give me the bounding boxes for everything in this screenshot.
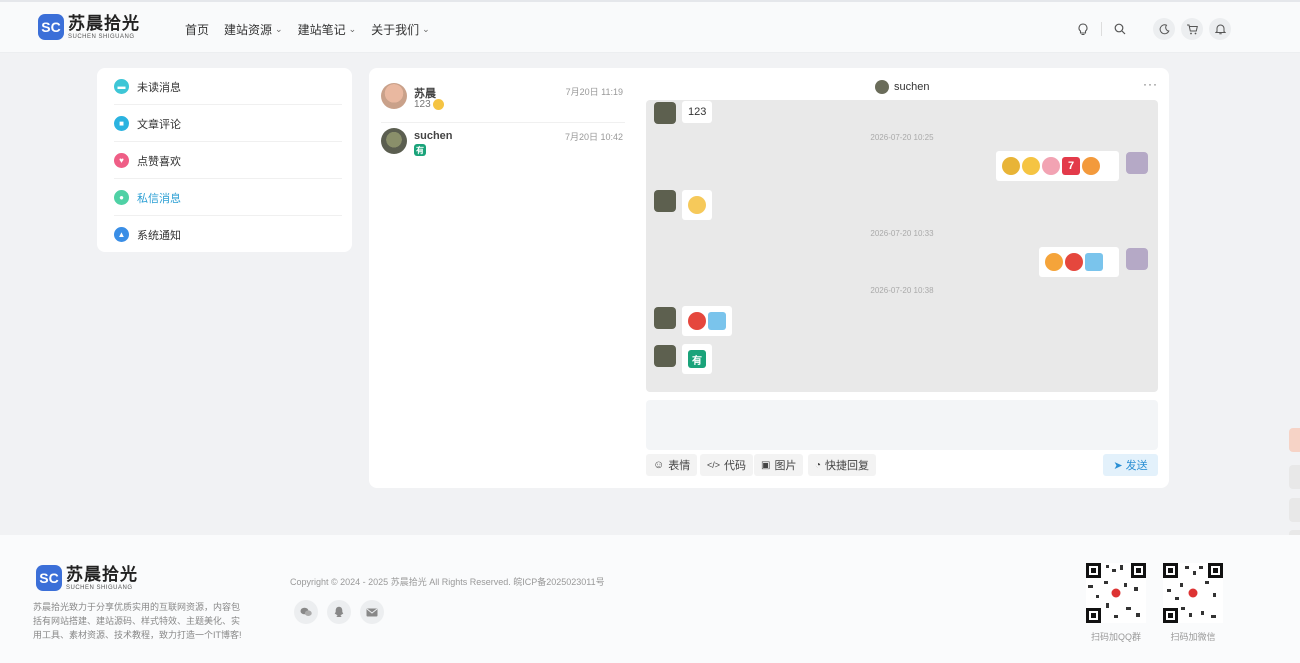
message-bubble (682, 190, 712, 220)
timestamp: 2026-07-20 10:25 (870, 133, 934, 142)
last-message: 123 (414, 99, 445, 110)
timestamp: 2026-07-20 10:38 (870, 286, 934, 295)
message-sidebar: ▬ 未读消息 ■ 文章评论 ♥ 点赞喜欢 ● 私信消息 ▲ 系统通知 (97, 68, 352, 252)
lightbulb-icon[interactable] (1073, 19, 1093, 39)
shocked-face-icon (688, 196, 706, 214)
airplane-emoji-icon (1085, 253, 1103, 271)
wechat-icon[interactable] (294, 600, 318, 624)
logo-mark: SC (38, 14, 64, 40)
quick-reply-icon: ◔ (815, 459, 822, 471)
smile-icon: ☺ (653, 459, 665, 471)
seven-emoji-icon: 7 (1062, 157, 1080, 175)
avatar (381, 83, 407, 109)
angry-face-icon (1082, 157, 1100, 175)
cheer-face-icon (1022, 157, 1040, 175)
wechat-qr-code (1163, 563, 1223, 623)
avatar (381, 128, 407, 154)
pig-face-icon (1042, 157, 1060, 175)
top-header: SC 苏晨拾光 SUCHEN SHIGUANG 首页 建站资源 ⌄ 建站笔记 ⌄ 关… (0, 0, 1300, 53)
main-nav: 首页 建站资源 ⌄ 建站笔记 ⌄ 关于我们 ⌄ (185, 21, 430, 38)
site-footer: SC 苏晨拾光 SUCHEN SHIGUANG 苏晨拾光致力于分享优质实用的互联… (0, 535, 1300, 663)
last-message: 有 (414, 144, 426, 156)
cheer-face-icon (433, 99, 445, 110)
conversation-item[interactable]: 苏晨 123 7月20日 11:19 (379, 75, 625, 123)
footer-logo[interactable]: SC 苏晨拾光 SUCHEN SHIGUANG (36, 565, 138, 591)
site-logo[interactable]: SC 苏晨拾光 SUCHEN SHIGUANG (38, 14, 140, 40)
float-tab-vip[interactable] (1289, 498, 1300, 522)
chat-messages: 123 2026-07-20 10:25 7 2026-07-20 10:33 … (646, 100, 1158, 392)
avatar (875, 80, 889, 94)
email-icon[interactable] (360, 600, 384, 624)
message-bubble: 7 (996, 151, 1119, 181)
avatar (654, 190, 676, 212)
avatar (1126, 248, 1148, 270)
message-bubble (1039, 247, 1119, 277)
nav-item-about[interactable]: 关于我们 ⌄ (371, 21, 430, 38)
heart-icon: ♥ (114, 153, 129, 168)
more-options-icon[interactable]: ··· (1143, 77, 1158, 91)
message-bubble: 123 (682, 101, 713, 123)
chevron-down-icon: ⌄ (348, 24, 357, 34)
image-icon: ▣ (761, 459, 771, 471)
sidebar-item-private-messages[interactable]: ● 私信消息 (114, 179, 342, 216)
grin-face-icon (1002, 157, 1020, 175)
chat-panel: 苏晨 123 7月20日 11:19 suchen 有 7月20日 10:42 … (369, 68, 1169, 488)
cart-icon[interactable] (1181, 18, 1203, 40)
send-icon: ➤ (1113, 459, 1123, 472)
timestamp: 2026-07-20 10:33 (870, 229, 934, 238)
sidebar-item-likes[interactable]: ♥ 点赞喜欢 (114, 142, 342, 179)
quick-reply-button[interactable]: ◔ 快捷回复 (808, 454, 877, 476)
copyright: Copyright © 2024 - 2025 苏晨拾光 All Rights … (290, 577, 605, 587)
qq-group-qr-code (1086, 563, 1146, 623)
footer-description: 苏晨拾光致力于分享优质实用的互联网资源，内容包括有网站搭建、建站源码、样式特效、… (33, 602, 242, 640)
chat-icon: ▬ (114, 79, 129, 94)
chevron-down-icon: ⌄ (275, 24, 283, 34)
rage-face-icon (688, 312, 706, 330)
logo-subtitle: SUCHEN SHIGUANG (68, 33, 135, 40)
moon-icon[interactable] (1153, 18, 1175, 40)
qr-label-wechat: 扫码加微信 (1170, 632, 1216, 642)
code-button[interactable]: </> 代码 (700, 454, 754, 476)
drop-icon: ▲ (114, 227, 129, 242)
nav-item-home[interactable]: 首页 (185, 21, 209, 38)
code-icon: </> (707, 460, 721, 470)
send-button[interactable]: ➤ 发送 (1103, 454, 1158, 476)
avatar (1126, 152, 1148, 174)
avatar (654, 345, 676, 367)
avatar (654, 102, 676, 124)
comment-icon: ■ (114, 116, 129, 131)
qq-icon[interactable] (327, 600, 351, 624)
float-tab-gift[interactable] (1289, 428, 1300, 452)
message-bubble (682, 306, 732, 336)
bell-icon[interactable] (1209, 18, 1231, 40)
scream-face-icon (1045, 253, 1063, 271)
search-icon[interactable] (1110, 19, 1130, 39)
sidebar-item-comments[interactable]: ■ 文章评论 (114, 105, 342, 142)
rage-face-icon (1065, 253, 1083, 271)
logo-mark: SC (36, 565, 62, 591)
nav-item-resources[interactable]: 建站资源 ⌄ (224, 21, 283, 38)
emoji-button[interactable]: ☺ 表情 (646, 454, 698, 476)
message-icon: ● (114, 190, 129, 205)
message-input[interactable] (646, 400, 1158, 450)
logo-title: 苏晨拾光 (68, 13, 140, 33)
nav-item-notes[interactable]: 建站笔记 ⌄ (298, 21, 357, 38)
avatar (654, 307, 676, 329)
float-tab-share[interactable] (1289, 465, 1300, 489)
message-bubble: 有 (682, 344, 712, 374)
conversation-item[interactable]: suchen 有 7月20日 10:42 (379, 120, 625, 168)
image-button[interactable]: ▣ 图片 (754, 454, 804, 476)
chevron-down-icon: ⌄ (422, 24, 430, 34)
header-divider (1101, 22, 1102, 36)
chat-header: suchen (875, 80, 929, 94)
sidebar-item-system[interactable]: ▲ 系统通知 (114, 216, 342, 253)
airplane-emoji-icon (708, 312, 726, 330)
qr-label-qq: 扫码加QQ群 (1090, 632, 1141, 642)
sidebar-item-unread[interactable]: ▬ 未读消息 (114, 68, 342, 105)
